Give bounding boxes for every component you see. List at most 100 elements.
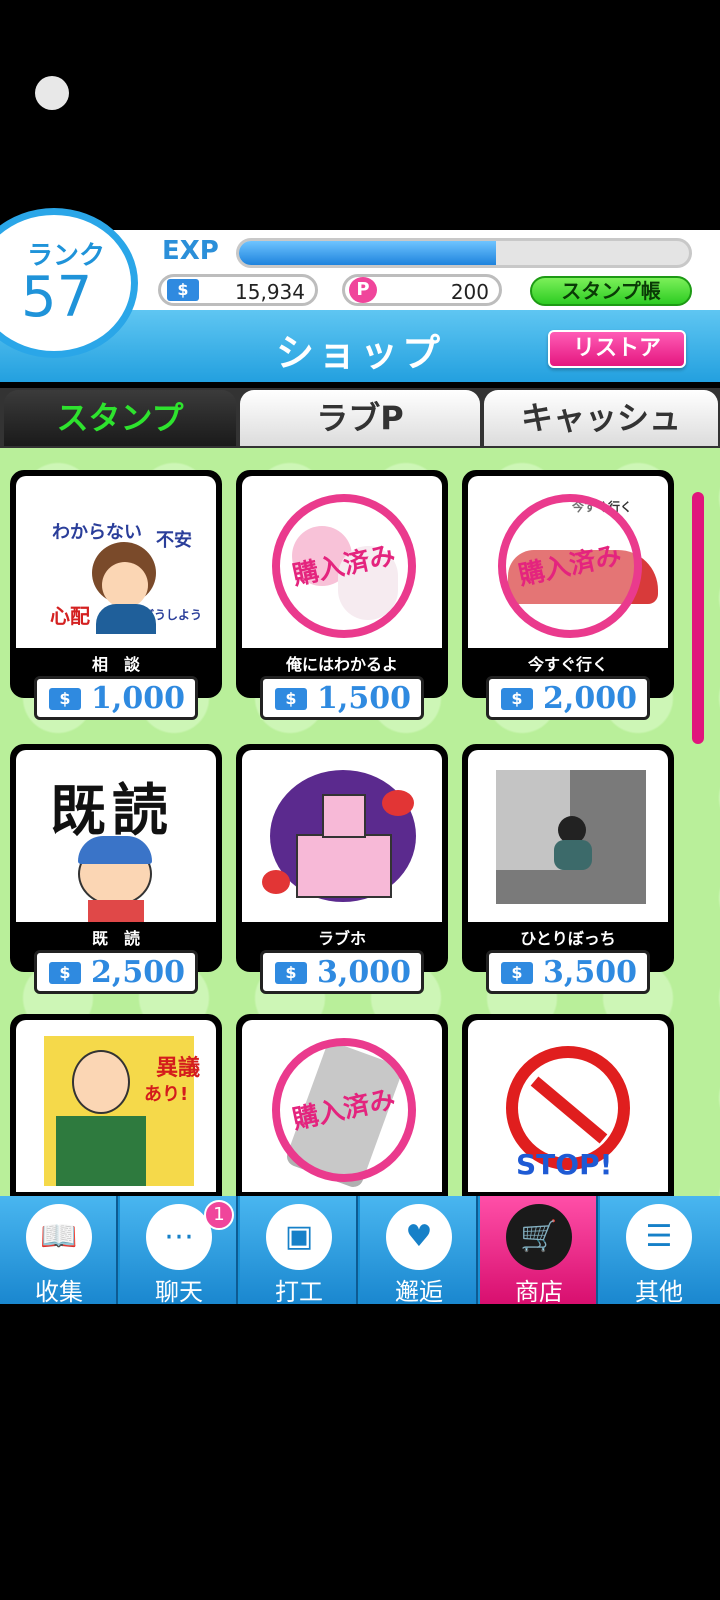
stamp-card[interactable]: 異議 あり!: [10, 1014, 222, 1200]
tab-cash[interactable]: キャッシュ: [484, 390, 718, 446]
money-value: 15,934: [235, 280, 305, 304]
nav-label: 商店: [515, 1278, 563, 1306]
stamp-price: $ 1,000: [34, 676, 198, 720]
stamp-image-igiari: 異議 あり!: [16, 1020, 216, 1192]
stamp-image-kidoku: 既読: [16, 750, 216, 922]
stamp-name: ラブホ: [317, 929, 366, 948]
price-value: 2,500: [91, 955, 185, 990]
nav-shop[interactable]: 🛒 商店: [480, 1196, 598, 1306]
purchased-stamp: 購入済み: [258, 1024, 430, 1192]
stamp-image-stop: STOP!: [468, 1020, 668, 1192]
character-shirt: [88, 900, 144, 922]
character-body: [554, 840, 592, 870]
notification-badge: 1: [204, 1200, 234, 1230]
stamp-card[interactable]: 購入済み: [236, 1014, 448, 1200]
cart-icon: 🛒: [506, 1204, 572, 1270]
restore-button[interactable]: リストア: [548, 330, 686, 368]
nav-other[interactable]: ☰ 其他: [600, 1196, 720, 1306]
stamp-card[interactable]: ひとりぼっち: [462, 744, 674, 972]
price-value: 2,000: [543, 681, 637, 716]
stamp-card[interactable]: 購入済み 俺にはわかるよ: [236, 470, 448, 698]
nav-collection[interactable]: 📖 收集: [0, 1196, 118, 1306]
exp-progress-fill: [239, 241, 496, 265]
stamp-image-imasugu: 今すぐ行く 購入済み: [468, 476, 668, 648]
art-text: 不安: [156, 530, 192, 551]
stamp-image-rabuho: [242, 750, 442, 922]
character-cap: [78, 836, 152, 864]
love-points-icon: P: [349, 277, 377, 303]
nav-chat[interactable]: ⋯ 1 聊天: [120, 1196, 238, 1306]
stamp-price: $ 3,000: [260, 950, 424, 994]
tab-stamps[interactable]: スタンプ: [4, 390, 236, 446]
stamp-name: ひとりぼっち: [520, 929, 616, 948]
nav-label: 打工: [275, 1278, 323, 1306]
stamp-name: 俺にはわかるよ: [285, 655, 398, 674]
nav-label: 其他: [635, 1278, 683, 1306]
book-icon: 📖: [26, 1204, 92, 1270]
money-icon: $: [275, 688, 307, 710]
art-text: わからない: [52, 522, 142, 543]
stamp-price: $ 1,500: [260, 676, 424, 720]
stamp-card[interactable]: 今すぐ行く 購入済み 今すぐ行く: [462, 470, 674, 698]
money-icon: $: [275, 962, 307, 984]
art-text: STOP!: [516, 1148, 613, 1181]
stamp-image-oreniwa: 購入済み: [242, 476, 442, 648]
stamp-image-hitoribocchi: [468, 750, 668, 922]
nav-label: 邂逅: [395, 1278, 443, 1306]
tab-love-points[interactable]: ラブP: [240, 390, 480, 446]
stamp-book-button[interactable]: スタンプ帳: [530, 276, 692, 306]
nav-label: 聊天: [155, 1278, 203, 1306]
character-face: [72, 1050, 130, 1114]
stamp-image-soudan: わからない 不安 心配 どうしよう: [16, 476, 216, 648]
character-face: [102, 562, 148, 608]
stamp-price: $ 2,500: [34, 950, 198, 994]
character-suit: [56, 1116, 146, 1186]
price-value: 3,000: [317, 955, 411, 990]
stamp-card[interactable]: STOP!: [462, 1014, 674, 1200]
art-text: 既読: [50, 779, 174, 844]
shop-tabs: スタンプ ラブP キャッシュ: [0, 388, 720, 448]
stamp-name: 今すぐ行く: [527, 655, 608, 674]
stamp-name: 既 読: [91, 929, 140, 948]
camera-dot: [35, 76, 69, 110]
love-points-counter: P 200: [342, 274, 502, 306]
love-points-value: 200: [450, 280, 489, 304]
scrollbar[interactable]: [692, 492, 704, 744]
stamp-price: $ 2,000: [486, 676, 650, 720]
bottom-nav: 📖 收集 ⋯ 1 聊天 ▣ 打工 ♥ 邂逅 🛒 商店 ☰ 其他: [0, 1196, 720, 1306]
purchased-stamp: 購入済み: [258, 480, 430, 648]
menu-list-icon: ☰: [626, 1204, 692, 1270]
stamp-grid: わからない 不安 心配 どうしよう 相 談 $ 1,000 購入済み 俺にはわか…: [0, 448, 720, 1200]
nav-encounter[interactable]: ♥ 邂逅: [360, 1196, 478, 1306]
price-value: 1,500: [317, 681, 411, 716]
art-text: 異議: [156, 1056, 201, 1081]
castle-tower: [322, 794, 366, 838]
heart-shape: [382, 790, 414, 816]
stamp-card[interactable]: ラブホ: [236, 744, 448, 972]
stamp-price: $ 3,500: [486, 950, 650, 994]
chat-icon: ⋯: [146, 1204, 212, 1270]
nav-label: 收集: [35, 1278, 83, 1306]
keyhole-heart-icon: ♥: [386, 1204, 452, 1270]
stamp-name: 相 談: [91, 655, 140, 674]
price-value: 3,500: [543, 955, 637, 990]
money-icon: $: [167, 279, 199, 301]
money-icon: $: [49, 962, 81, 984]
briefcase-icon: ▣: [266, 1204, 332, 1270]
nav-work[interactable]: ▣ 打工: [240, 1196, 358, 1306]
stamp-card[interactable]: わからない 不安 心配 どうしよう 相 談: [10, 470, 222, 698]
rank-value: 57: [21, 265, 93, 330]
money-icon: $: [501, 688, 533, 710]
money-icon: $: [501, 962, 533, 984]
art-text: あり!: [144, 1084, 189, 1105]
castle-body: [296, 834, 392, 898]
heart-shape: [262, 870, 290, 894]
exp-label: EXP: [162, 236, 219, 266]
exp-progress-bar: [236, 238, 692, 268]
stamp-image-phone: 購入済み: [242, 1020, 442, 1192]
art-text: 心配: [50, 604, 90, 628]
price-value: 1,000: [91, 681, 185, 716]
money-counter: $ 15,934: [158, 274, 318, 306]
stamp-card[interactable]: 既読 既 読: [10, 744, 222, 972]
money-icon: $: [49, 688, 81, 710]
